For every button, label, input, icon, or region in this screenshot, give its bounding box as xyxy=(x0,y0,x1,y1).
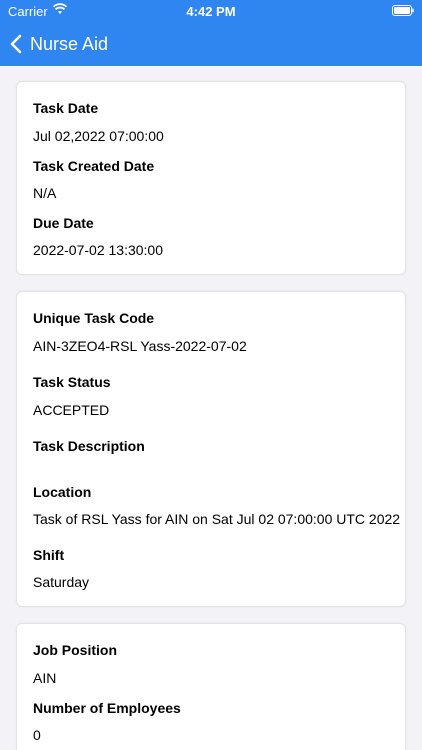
job-position-value: AIN xyxy=(33,670,57,686)
back-button[interactable]: Nurse Aid xyxy=(8,22,108,66)
battery-icon xyxy=(392,5,414,16)
location-label: Location xyxy=(33,484,92,500)
location-value: Task of RSL Yass for AIN on Sat Jul 02 0… xyxy=(33,511,401,527)
job-position-label: Job Position xyxy=(33,642,117,658)
shift-label: Shift xyxy=(33,547,65,563)
content-area[interactable]: Task Date Jul 02,2022 07:00:00 Task Crea… xyxy=(0,66,422,750)
unique-task-code-label: Unique Task Code xyxy=(33,310,155,326)
chevron-left-icon xyxy=(10,34,22,54)
task-description-label: Task Description xyxy=(33,438,145,454)
due-date-label: Due Date xyxy=(33,215,94,231)
task-created-date-value: N/A xyxy=(33,185,57,201)
job-info-card: Job Position AIN Number of Employees 0 xyxy=(16,623,406,750)
task-date-value: Jul 02,2022 07:00:00 xyxy=(33,128,164,144)
task-status-label: Task Status xyxy=(33,374,111,390)
task-created-date-label: Task Created Date xyxy=(33,158,155,174)
shift-value: Saturday xyxy=(33,574,90,590)
task-date-label: Task Date xyxy=(33,100,99,116)
number-of-employees-label: Number of Employees xyxy=(33,700,181,716)
unique-task-code-value: AIN-3ZEO4-RSL Yass-2022-07-02 xyxy=(33,338,247,354)
task-status-value: ACCEPTED xyxy=(33,402,110,418)
clock-time: 4:42 PM xyxy=(186,4,236,19)
number-of-employees-value: 0 xyxy=(33,727,41,743)
back-button-label: Nurse Aid xyxy=(30,33,109,54)
due-date-value: 2022-07-02 13:30:00 xyxy=(33,242,163,258)
task-details-card: Unique Task Code AIN-3ZEO4-RSL Yass-2022… xyxy=(16,291,406,607)
navigation-bar: Nurse Aid xyxy=(0,22,422,66)
status-bar: Carrier 4:42 PM xyxy=(0,0,422,22)
task-dates-card: Task Date Jul 02,2022 07:00:00 Task Crea… xyxy=(16,81,406,275)
